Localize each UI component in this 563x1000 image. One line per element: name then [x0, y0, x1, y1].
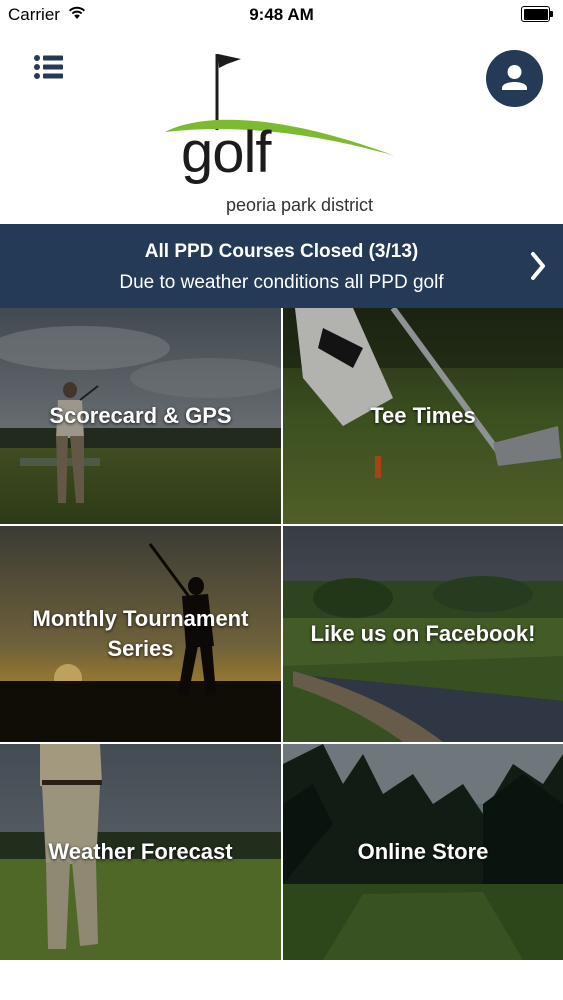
golf-logo: golf peoria park district: [163, 50, 403, 214]
tile-facebook[interactable]: Like us on Facebook!: [283, 526, 563, 742]
tile-scorecard-gps[interactable]: Scorecard & GPS: [0, 308, 281, 524]
tile-label: Like us on Facebook!: [310, 621, 536, 646]
banner-text: Due to weather conditions all PPD golf: [119, 272, 444, 293]
user-icon: [502, 65, 527, 90]
tile-online-store[interactable]: Online Store: [283, 744, 563, 960]
battery-icon: [521, 6, 553, 22]
tile-tee-times[interactable]: Tee Times: [283, 308, 563, 524]
banner-title: All PPD Courses Closed (3/13): [144, 241, 419, 262]
menu-button[interactable]: [30, 50, 68, 84]
tile-monthly-tournament[interactable]: Monthly Tournament Series: [0, 526, 281, 742]
logo-wordmark: golf: [181, 120, 272, 185]
profile-button[interactable]: [486, 50, 543, 107]
list-menu-icon: [34, 55, 63, 79]
tile-label: Online Store: [357, 839, 489, 864]
tile-label: Weather Forecast: [48, 839, 233, 864]
status-time: 9:48 AM: [249, 5, 314, 24]
chevron-right-icon: [531, 252, 545, 280]
tile-label: Tee Times: [370, 403, 476, 428]
tile-grid: Scorecard & GPS Tee Times Monthly Tourna…: [0, 308, 563, 960]
app-header: golf peoria park district: [0, 30, 563, 224]
status-bar: Carrier 9:48 AM: [0, 0, 563, 30]
tile-label: Monthly Tournament Series: [32, 606, 249, 661]
tile-weather-forecast[interactable]: Weather Forecast: [0, 744, 281, 960]
announcement-banner[interactable]: All PPD Courses Closed (3/13) Due to wea…: [0, 224, 563, 308]
tile-label: Scorecard & GPS: [49, 403, 232, 428]
logo-subtitle: peoria park district: [226, 195, 374, 215]
